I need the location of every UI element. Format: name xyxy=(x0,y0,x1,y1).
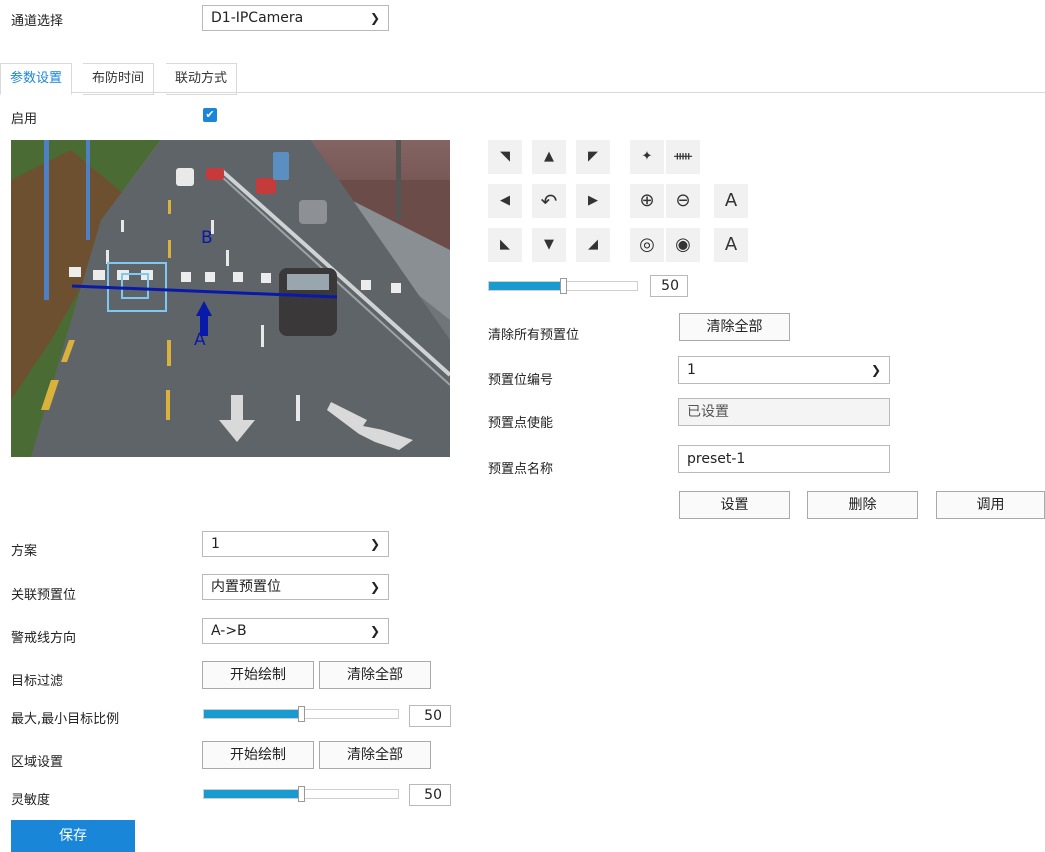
preset-enable-field: 已设置 xyxy=(678,398,890,426)
enable-label: 启用 xyxy=(11,112,38,127)
scheme-select[interactable]: 1 ❯ xyxy=(202,531,389,557)
ptz-speed-fill xyxy=(489,282,563,290)
scheme-label: 方案 xyxy=(11,544,38,559)
preset-delete-button[interactable]: 删除 xyxy=(807,491,918,519)
ptz-down-icon[interactable]: ▼ xyxy=(532,228,566,262)
scheme-value: 1 xyxy=(211,536,220,552)
direction-value: A->B xyxy=(211,623,247,639)
preset-enable-label: 预置点使能 xyxy=(488,416,554,431)
iris-close-icon[interactable]: ◉ xyxy=(666,228,700,262)
clear-all-presets-button[interactable]: 清除全部 xyxy=(679,313,790,341)
assoc-preset-label: 关联预置位 xyxy=(11,588,77,603)
assoc-preset-value: 内置预置位 xyxy=(211,579,281,595)
sensitivity-thumb[interactable] xyxy=(298,786,305,802)
ptz-down-left-icon[interactable]: ◣ xyxy=(488,228,522,262)
ptz-up-icon[interactable]: ▲ xyxy=(532,140,566,174)
sensitivity-fill xyxy=(204,790,301,798)
tab-params[interactable]: 参数设置 xyxy=(0,63,73,95)
ptz-wiper-icon[interactable]: ✦ xyxy=(630,140,664,174)
start-draw-button[interactable]: 开始绘制 xyxy=(202,661,314,689)
preset-name-label: 预置点名称 xyxy=(488,462,554,477)
zoom-out-icon[interactable]: ⊖ xyxy=(666,184,700,218)
sensitivity-value[interactable]: 50 xyxy=(409,784,451,806)
preset-set-button[interactable]: 设置 xyxy=(679,491,790,519)
tab-divider xyxy=(0,92,1045,93)
iris-auto-icon[interactable]: A xyxy=(714,228,748,262)
ratio-value[interactable]: 50 xyxy=(409,705,451,727)
ptz-pad: ◥ ▲ ◤ ✦ ᚔ ◀ ↶ ▶ ⊕ ⊖ A ◣ ▼ ◢ ◎ ◉ A xyxy=(488,140,750,262)
chevron-down-icon: ❯ xyxy=(369,11,380,25)
direction-label: 警戒线方向 xyxy=(11,631,77,646)
ptz-left-icon[interactable]: ◀ xyxy=(488,184,522,218)
video-view[interactable]: B A xyxy=(11,140,450,457)
chevron-down-icon: ❯ xyxy=(369,537,380,551)
tab-params-label: 参数设置 xyxy=(10,71,63,86)
channel-select-value: D1-IPCamera xyxy=(211,10,304,26)
zoom-in-icon[interactable]: ⊕ xyxy=(630,184,664,218)
ptz-up-right-icon[interactable]: ◤ xyxy=(576,140,610,174)
preset-number-value: 1 xyxy=(687,362,696,378)
ptz-up-left-icon[interactable]: ◥ xyxy=(488,140,522,174)
ptz-light-icon[interactable]: ᚔ xyxy=(666,140,700,174)
tab-linkage[interactable]: 联动方式 xyxy=(166,63,238,95)
tab-schedule-label: 布防时间 xyxy=(92,71,145,86)
tab-schedule[interactable]: 布防时间 xyxy=(83,63,155,95)
chevron-down-icon: ❯ xyxy=(870,363,881,377)
ptz-speed-slider[interactable] xyxy=(488,278,638,294)
ratio-slider[interactable] xyxy=(203,706,399,722)
preset-number-label: 预置位编号 xyxy=(488,373,554,388)
ptz-down-right-icon[interactable]: ◢ xyxy=(576,228,610,262)
target-filter-label: 目标过滤 xyxy=(11,674,64,689)
ptz-speed-thumb[interactable] xyxy=(560,278,567,294)
tab-linkage-label: 联动方式 xyxy=(175,71,228,86)
sensitivity-label: 灵敏度 xyxy=(11,793,51,808)
ratio-label: 最大,最小目标比例 xyxy=(11,712,120,727)
ratio-thumb[interactable] xyxy=(298,706,305,722)
region-clear-button[interactable]: 清除全部 xyxy=(319,741,431,769)
direction-select[interactable]: A->B ❯ xyxy=(202,618,389,644)
chevron-down-icon: ❯ xyxy=(369,580,380,594)
focus-auto-icon[interactable]: A xyxy=(714,184,748,218)
preset-number-select[interactable]: 1 ❯ xyxy=(678,356,890,384)
road-scene xyxy=(11,140,450,457)
assoc-preset-select[interactable]: 内置预置位 ❯ xyxy=(202,574,389,600)
channel-label: 通道选择 xyxy=(11,14,64,29)
ptz-right-icon[interactable]: ▶ xyxy=(576,184,610,218)
save-button[interactable]: 保存 xyxy=(11,820,135,852)
clear-targets-button[interactable]: 清除全部 xyxy=(319,661,431,689)
ptz-speed-value[interactable]: 50 xyxy=(650,275,688,297)
enable-checkbox[interactable]: ✔ xyxy=(203,108,217,122)
region-start-draw-button[interactable]: 开始绘制 xyxy=(202,741,314,769)
sensitivity-slider[interactable] xyxy=(203,786,399,802)
ptz-home-icon[interactable]: ↶ xyxy=(532,184,566,218)
region-label: 区域设置 xyxy=(11,755,64,770)
line-label-b: B xyxy=(201,228,213,248)
chevron-down-icon: ❯ xyxy=(369,624,380,638)
ratio-fill xyxy=(204,710,301,718)
preset-call-button[interactable]: 调用 xyxy=(936,491,1045,519)
clear-presets-label: 清除所有预置位 xyxy=(488,328,580,343)
channel-select[interactable]: D1-IPCamera ❯ xyxy=(202,5,389,31)
preset-name-input[interactable]: preset-1 xyxy=(678,445,890,473)
iris-open-icon[interactable]: ◎ xyxy=(630,228,664,262)
line-label-a: A xyxy=(194,330,206,350)
